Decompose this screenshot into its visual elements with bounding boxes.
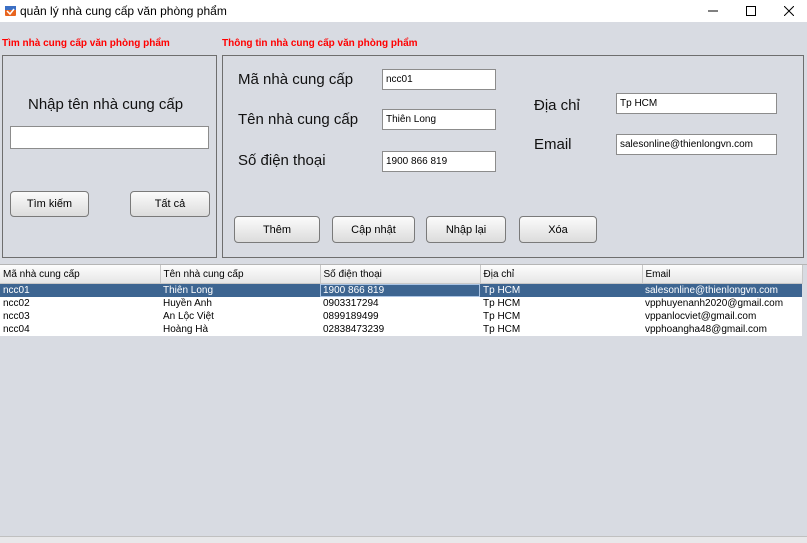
table-cell[interactable]: ncc03 (0, 310, 160, 323)
table-header: Mã nhà cung cấp Tên nhà cung cấp Số điện… (0, 265, 803, 284)
table-row[interactable]: ncc04 Hoàng Hà 02838473239 Tp HCM vpphoa… (0, 323, 802, 336)
supplier-table-area: Mã nhà cung cấp Tên nhà cung cấp Số điện… (0, 264, 807, 537)
add-button[interactable]: Thêm (234, 216, 320, 243)
phone-field[interactable] (382, 151, 496, 172)
phone-label: Số điện thoại (238, 152, 326, 169)
table-cell[interactable]: Hoàng Hà (160, 323, 320, 336)
column-header[interactable]: Địa chỉ (480, 265, 643, 284)
email-label: Email (534, 136, 572, 153)
search-section-title: Tìm nhà cung cấp văn phòng phẩm (2, 38, 170, 49)
reset-button[interactable]: Nhập lại (426, 216, 506, 243)
table-cell[interactable]: 1900 866 819 (320, 283, 480, 297)
minimize-icon (708, 10, 718, 12)
email-field[interactable] (616, 134, 777, 155)
table-cell[interactable]: Tp HCM (480, 283, 642, 297)
table-cell[interactable]: 0903317294 (320, 297, 480, 310)
title-bar: quản lý nhà cung cấp văn phòng phẩm (0, 0, 807, 22)
table-row[interactable]: ncc03 An Lộc Việt 0899189499 Tp HCM vppa… (0, 310, 802, 323)
supplier-name-label: Tên nhà cung cấp (238, 111, 359, 128)
table-cell[interactable]: An Lộc Việt (160, 310, 320, 323)
java-app-icon (5, 6, 16, 16)
table-cell[interactable]: Tp HCM (480, 310, 642, 323)
supplier-table: Mã nhà cung cấp Tên nhà cung cấp Số điện… (0, 265, 803, 336)
address-label: Địa chỉ (534, 97, 580, 114)
table-cell[interactable]: ncc01 (0, 283, 160, 297)
update-button[interactable]: Cập nhật (332, 216, 415, 243)
search-prompt-label: Nhập tên nhà cung cấp (28, 96, 184, 113)
column-header[interactable]: Số điện thoại (320, 265, 481, 284)
table-cell[interactable]: Thiên Long (160, 283, 320, 297)
search-panel (2, 55, 217, 258)
table-row[interactable]: ncc01 Thiên Long 1900 866 819 Tp HCM sal… (0, 283, 802, 297)
search-input[interactable] (10, 126, 209, 149)
table-cell[interactable]: ncc04 (0, 323, 160, 336)
show-all-button[interactable]: Tất cả (130, 191, 210, 217)
address-field[interactable] (616, 93, 777, 114)
table-cell[interactable]: vppanlocviet@gmail.com (642, 310, 802, 323)
window-title: quản lý nhà cung cấp văn phòng phẩm (20, 4, 227, 18)
table-cell[interactable]: ncc02 (0, 297, 160, 310)
table-cell[interactable]: Tp HCM (480, 297, 642, 310)
delete-button[interactable]: Xóa (519, 216, 597, 243)
table-cell[interactable]: salesonline@thienlongvn.com (642, 283, 802, 297)
close-icon (784, 6, 794, 16)
table-cell[interactable]: Huyền Anh (160, 297, 320, 310)
table-cell[interactable]: Tp HCM (480, 323, 642, 336)
table-cell[interactable]: 0899189499 (320, 310, 480, 323)
column-header[interactable]: Mã nhà cung cấp (0, 265, 161, 284)
close-button[interactable] (767, 0, 807, 22)
table-cell[interactable]: vpphoangha48@gmail.com (642, 323, 802, 336)
table-cell[interactable]: 02838473239 (320, 323, 480, 336)
maximize-icon (746, 6, 756, 16)
column-header[interactable]: Email (642, 265, 803, 284)
table-cell[interactable]: vpphuyenanh2020@gmail.com (642, 297, 802, 310)
search-button[interactable]: Tìm kiếm (10, 191, 89, 217)
supplier-code-field[interactable] (382, 69, 496, 90)
supplier-code-label: Mã nhà cung cấp (238, 71, 354, 88)
table-row[interactable]: ncc02 Huyền Anh 0903317294 Tp HCM vpphuy… (0, 297, 802, 310)
supplier-name-field[interactable] (382, 109, 496, 130)
column-header[interactable]: Tên nhà cung cấp (160, 265, 321, 284)
info-section-title: Thông tin nhà cung cấp văn phòng phẩm (222, 38, 418, 49)
